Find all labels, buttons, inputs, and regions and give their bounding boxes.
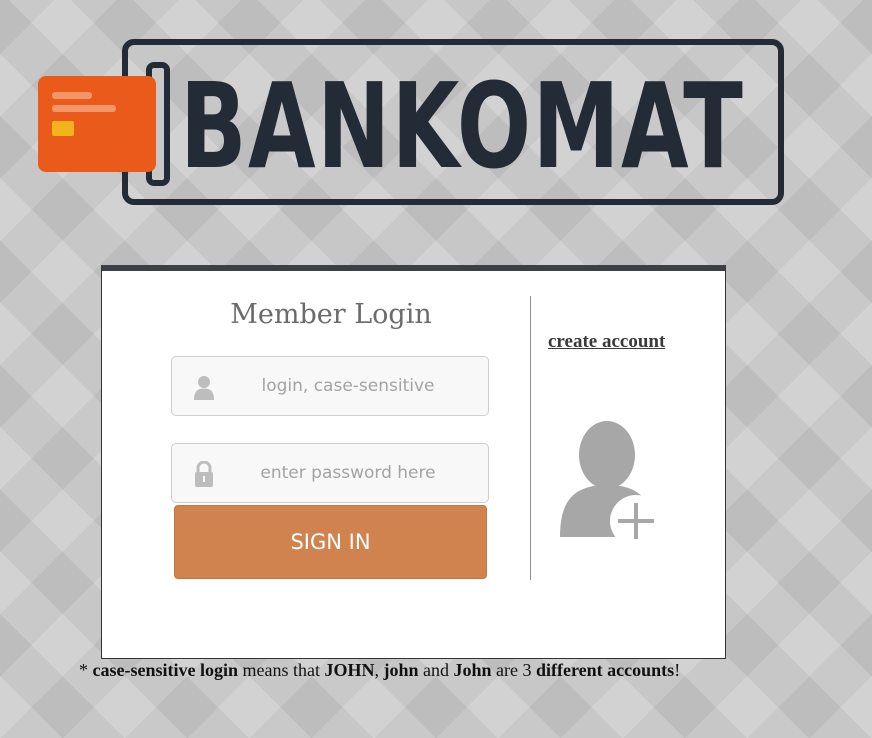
logo-wordmark: BANKOMAT xyxy=(180,57,745,195)
note-emphasis: case-sensitive login xyxy=(92,660,239,680)
user-icon xyxy=(194,376,214,400)
password-input[interactable] xyxy=(228,444,468,502)
note-text: , xyxy=(374,660,384,680)
note-emphasis: john xyxy=(383,660,419,680)
panel-divider xyxy=(530,296,531,580)
login-title: Member Login xyxy=(230,299,432,330)
login-panel: Member Login SIGN IN create account xyxy=(101,265,726,659)
note-text: means that xyxy=(238,660,325,680)
create-account-link[interactable]: create account xyxy=(548,331,665,353)
card-stripe xyxy=(52,105,116,112)
password-field[interactable] xyxy=(171,443,489,503)
username-field[interactable] xyxy=(171,356,489,416)
note-emphasis: JOHN xyxy=(324,660,375,680)
note-text: are 3 xyxy=(491,660,537,680)
card-chip xyxy=(52,121,74,136)
note-text: ! xyxy=(674,660,681,680)
add-user-icon[interactable] xyxy=(556,417,664,551)
note-text: * xyxy=(79,660,93,680)
note-text: and xyxy=(418,660,454,680)
case-sensitivity-note: * case-sensitive login means that JOHN, … xyxy=(79,660,680,681)
card-stripe xyxy=(52,92,92,99)
note-emphasis: John xyxy=(453,660,492,680)
note-emphasis: different accounts xyxy=(536,660,675,680)
sign-in-button[interactable]: SIGN IN xyxy=(174,505,487,579)
username-input[interactable] xyxy=(228,357,468,415)
credit-card-icon xyxy=(38,76,156,172)
lock-icon xyxy=(195,461,213,487)
bankomat-logo: BANKOMAT xyxy=(36,36,796,216)
